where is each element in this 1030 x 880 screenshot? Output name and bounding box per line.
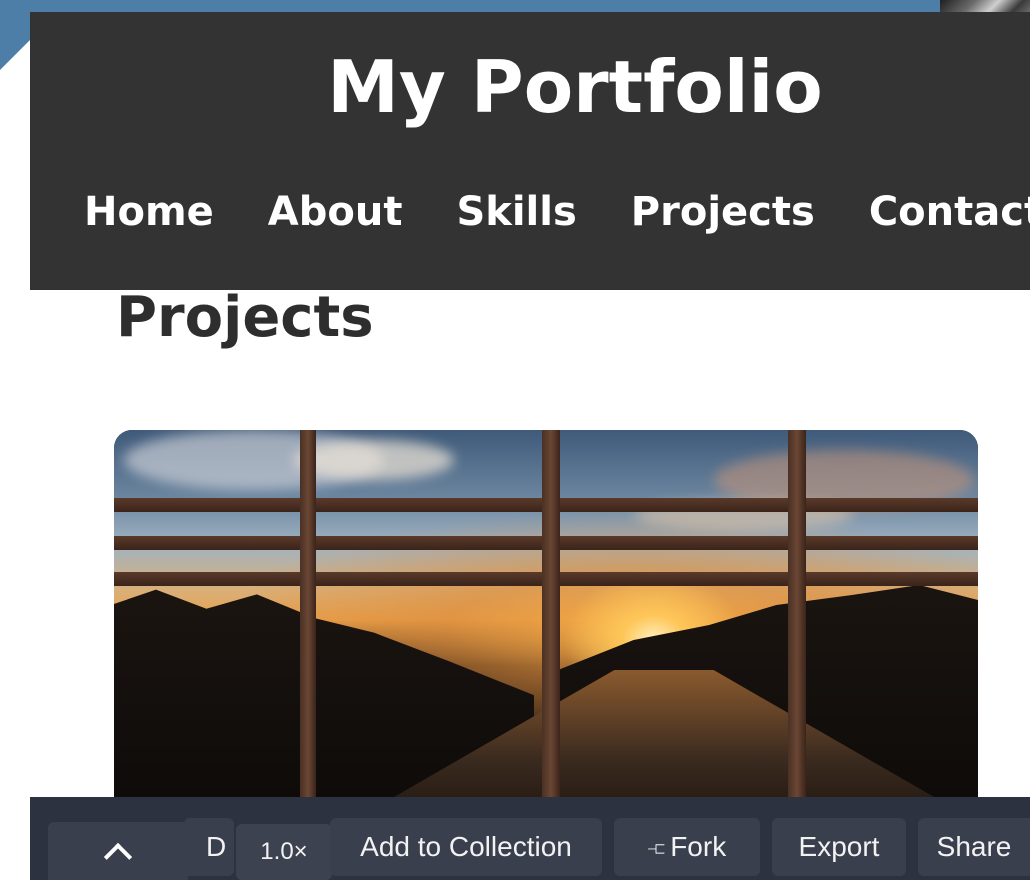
- site-title: My Portfolio: [327, 45, 823, 129]
- grill-bar-vertical: [788, 430, 806, 810]
- chevron-up-icon: [103, 842, 133, 872]
- sunset-highway-photo: [114, 430, 978, 810]
- grill-bar-vertical: [542, 430, 560, 810]
- nav-link-home[interactable]: Home: [84, 184, 214, 240]
- project-image-card[interactable]: [114, 430, 978, 810]
- section-title: Projects: [116, 285, 374, 350]
- nav-link-contact[interactable]: Contact: [869, 184, 1030, 240]
- playback-speed-button[interactable]: 1.0×: [236, 824, 332, 880]
- toolbar-collapse-button[interactable]: [48, 822, 188, 880]
- site-header: My Portfolio Home About Skills Projects …: [30, 12, 1030, 290]
- export-button[interactable]: Export: [772, 818, 906, 876]
- fork-button[interactable]: ⑂Fork: [614, 818, 760, 876]
- toolbar-truncated-button[interactable]: D: [184, 818, 234, 876]
- nav-link-about[interactable]: About: [268, 184, 403, 240]
- nav-link-skills[interactable]: Skills: [456, 184, 576, 240]
- screen: My Portfolio Home About Skills Projects …: [0, 0, 1030, 880]
- fork-icon: ⑂: [642, 841, 669, 857]
- add-to-collection-button[interactable]: Add to Collection: [330, 818, 602, 876]
- share-button[interactable]: Share: [918, 818, 1030, 876]
- top-accent-strip: [0, 0, 940, 12]
- nav-link-projects[interactable]: Projects: [631, 184, 815, 240]
- cloud: [294, 440, 454, 480]
- grill-bar-vertical: [300, 430, 316, 810]
- site-nav: Home About Skills Projects Contact: [84, 184, 1030, 240]
